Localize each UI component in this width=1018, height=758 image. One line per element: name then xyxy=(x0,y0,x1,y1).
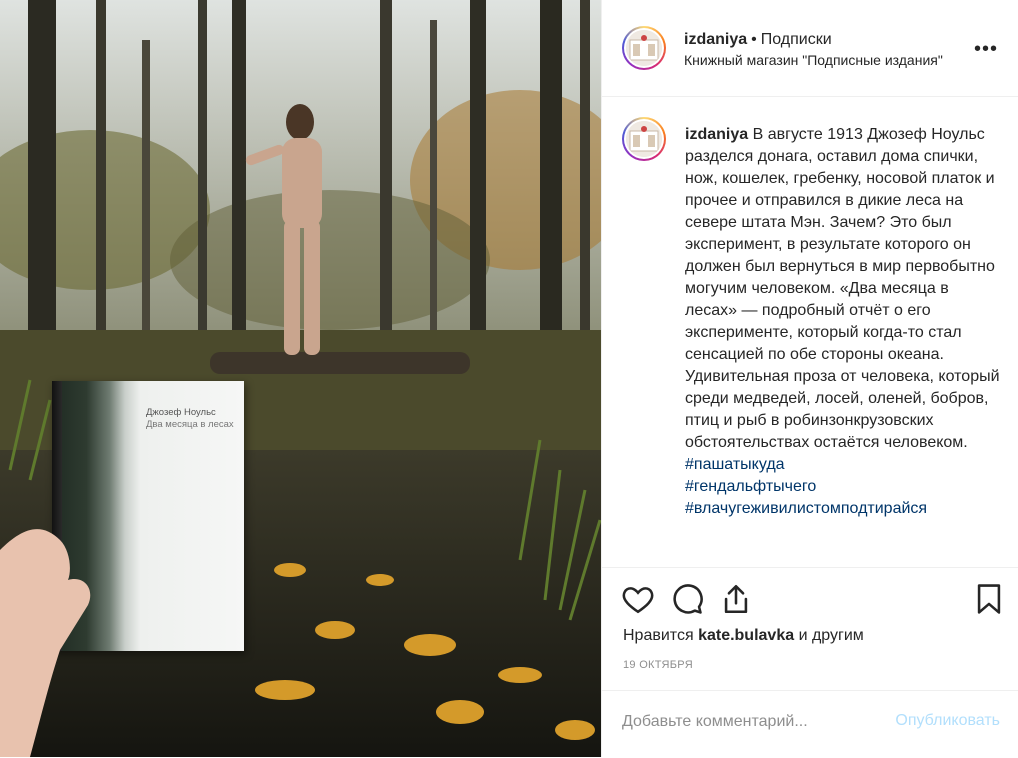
heart-icon[interactable] xyxy=(621,582,655,616)
publish-comment-button[interactable]: Опубликовать xyxy=(895,712,1000,730)
following-button[interactable]: Подписки xyxy=(761,31,832,48)
location-link[interactable]: Книжный магазин "Подписные издания" xyxy=(684,52,943,68)
post-header: izdaniya • Подписки Книжный магазин "Подпи… xyxy=(602,0,1018,97)
likes-prefix: Нравится xyxy=(623,627,694,644)
username-link[interactable]: izdaniya xyxy=(684,31,747,48)
post-photo[interactable]: Джозеф Ноульс Два месяца в лесах xyxy=(0,0,601,757)
likes-suffix[interactable]: и другим xyxy=(799,627,864,644)
hashtag-link[interactable]: #влачугеживилистомподтирайся xyxy=(685,498,1003,520)
avatar-image xyxy=(626,30,662,66)
avatar-image xyxy=(626,121,662,157)
likes-summary: Нравится kate.bulavka и другим xyxy=(623,627,864,645)
caption-username-link[interactable]: izdaniya xyxy=(685,126,748,143)
comments-section[interactable]: izdaniya В августе 1913 Джозеф Ноульс ра… xyxy=(602,97,1018,567)
add-comment-bar: Опубликовать xyxy=(602,690,1018,758)
comment-icon[interactable] xyxy=(670,582,704,616)
liker-username-link[interactable]: kate.bulavka xyxy=(698,627,794,644)
post-caption: izdaniya В августе 1913 Джозеф Ноульс ра… xyxy=(685,124,1003,520)
comment-input[interactable] xyxy=(622,709,872,735)
post-date[interactable]: 19 октября xyxy=(623,659,693,671)
separator-dot: • xyxy=(751,31,757,48)
hashtag-link[interactable]: #гендальфтычего xyxy=(685,476,1003,498)
bookmark-icon[interactable] xyxy=(972,582,1006,616)
hand xyxy=(0,529,91,757)
post-actions: Нравится kate.bulavka и другим 19 октябр… xyxy=(602,567,1018,708)
book-title: Два месяца в лесах xyxy=(146,419,234,430)
caption-text: В августе 1913 Джозеф Ноульс разделся до… xyxy=(685,126,1000,451)
avatar[interactable] xyxy=(622,26,666,70)
more-options-icon[interactable]: ••• xyxy=(974,38,998,61)
hashtag-link[interactable]: #пашатыкуда xyxy=(685,456,785,473)
post-details-panel: izdaniya • Подписки Книжный магазин "Подпи… xyxy=(601,0,1018,757)
header-title-line: izdaniya • Подписки xyxy=(684,31,832,49)
caption-avatar[interactable] xyxy=(622,117,666,161)
share-icon[interactable] xyxy=(719,582,753,616)
book-author: Джозеф Ноульс xyxy=(146,407,216,418)
